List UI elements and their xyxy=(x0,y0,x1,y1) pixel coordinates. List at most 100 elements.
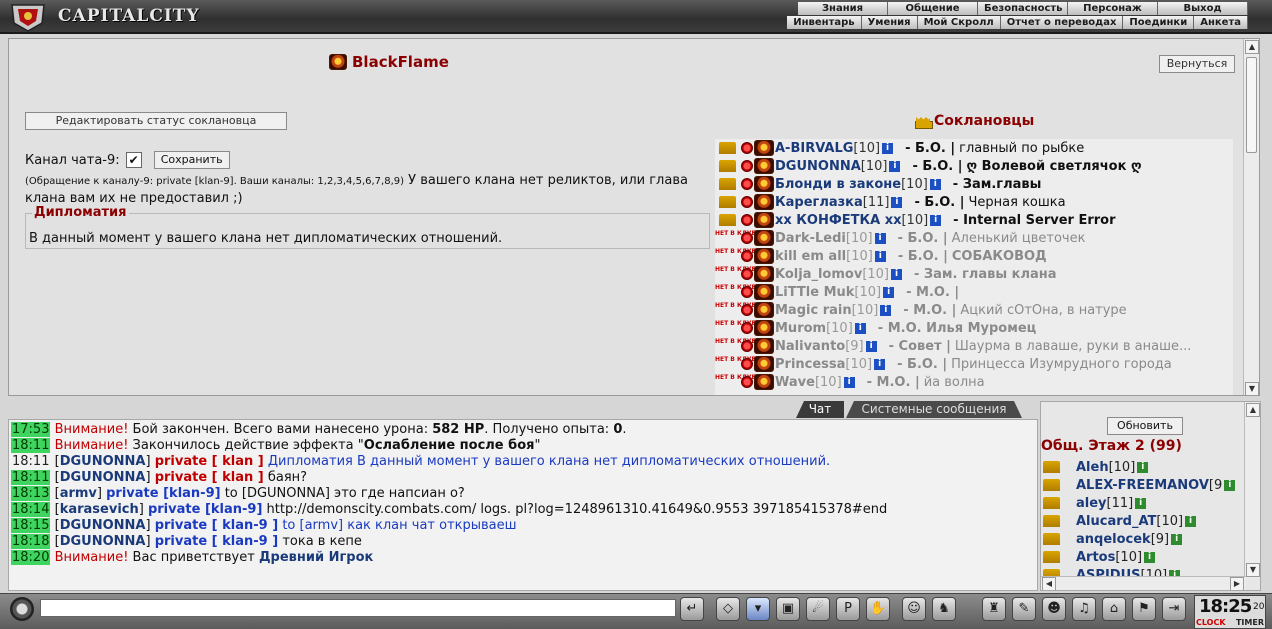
speaker-icon[interactable] xyxy=(10,597,34,621)
exit-icon[interactable]: ⇥ xyxy=(1162,597,1186,621)
edit-member-status-button[interactable]: Редактировать статус соклановца xyxy=(25,112,287,130)
online-user-name[interactable]: anqelocek xyxy=(1076,532,1151,547)
info-icon[interactable]: i xyxy=(854,322,866,334)
info-icon[interactable]: i xyxy=(874,232,886,244)
main-scrollbar[interactable]: ▲ ▼ xyxy=(1243,39,1259,395)
info-icon[interactable]: i xyxy=(865,340,877,352)
info-icon[interactable]: i xyxy=(874,358,886,370)
flag-icon[interactable]: ⚑ xyxy=(1132,597,1156,621)
info-icon[interactable]: i xyxy=(1185,515,1197,527)
submenu-inventory[interactable]: Инвентарь xyxy=(787,16,862,29)
member-name[interactable]: Wave xyxy=(775,375,815,390)
submenu-fights[interactable]: Поединки xyxy=(1123,16,1195,29)
chat-nick[interactable]: DGUNONNA xyxy=(60,534,146,549)
member-name[interactable]: Кареглазка xyxy=(775,195,863,210)
send-icon[interactable]: ↵ xyxy=(680,597,704,621)
online-user-name[interactable]: Alucard_AT xyxy=(1076,514,1156,529)
mask-icon[interactable]: ☻ xyxy=(1042,597,1066,621)
info-icon[interactable]: i xyxy=(1224,479,1236,491)
member-name[interactable]: Dark-Ledi xyxy=(775,231,846,246)
info-icon[interactable]: i xyxy=(891,196,903,208)
chat-timestamp[interactable]: 18:18 xyxy=(11,534,51,549)
menu-exit[interactable]: Выход xyxy=(1158,2,1248,15)
chat-private-tag[interactable]: private [klan-9] xyxy=(148,502,262,517)
info-icon[interactable]: i xyxy=(930,214,942,226)
chat-timestamp[interactable]: 18:13 xyxy=(11,486,51,501)
smiley-icon[interactable]: ☺ xyxy=(902,597,926,621)
member-name[interactable]: Блонди в законе xyxy=(775,177,901,192)
eraser-icon[interactable]: ◇ xyxy=(716,597,740,621)
member-name[interactable]: kill em all xyxy=(775,249,846,264)
tab-chat[interactable]: Чат xyxy=(796,401,844,418)
chat-input[interactable] xyxy=(40,599,676,617)
chat-nick[interactable]: Древний Игрок xyxy=(259,550,373,565)
info-icon[interactable]: i xyxy=(883,286,895,298)
member-name[interactable]: Nalivanto xyxy=(775,339,845,354)
online-scrollbar[interactable]: ▲ ▼ xyxy=(1244,402,1260,578)
info-icon[interactable]: i xyxy=(889,160,901,172)
scroll-thumb[interactable] xyxy=(1246,57,1257,153)
hand-icon[interactable]: ✋ xyxy=(866,597,890,621)
info-icon[interactable]: i xyxy=(1137,461,1149,473)
private-icon[interactable]: P xyxy=(836,597,860,621)
menu-knowledge[interactable]: Знания xyxy=(798,2,888,15)
refresh-button[interactable]: Обновить xyxy=(1107,417,1183,435)
submenu-my-scroll[interactable]: Мой Скролл xyxy=(917,16,1001,29)
chat-private-tag[interactable]: private [ klan-9 ] xyxy=(155,518,278,533)
info-icon[interactable]: i xyxy=(891,268,902,280)
info-icon[interactable]: i xyxy=(882,142,894,154)
scroll-down-icon[interactable]: ▼ xyxy=(1245,382,1259,395)
online-user-name[interactable]: aley xyxy=(1076,496,1107,511)
chat-nick[interactable]: DGUNONNA xyxy=(60,454,146,469)
online-user-name[interactable]: Aleh xyxy=(1076,460,1109,475)
info-icon[interactable]: i xyxy=(874,250,886,262)
scroll-down-icon[interactable]: ▼ xyxy=(1246,563,1260,577)
info-icon[interactable]: i xyxy=(1171,533,1183,545)
submenu-skills[interactable]: Умения xyxy=(861,16,918,29)
info-icon[interactable]: i xyxy=(929,178,941,190)
chat-timestamp[interactable]: 18:20 xyxy=(11,550,51,565)
scroll-right-icon[interactable]: ▶ xyxy=(1230,577,1244,590)
save-log-icon[interactable]: ▣ xyxy=(776,597,800,621)
translit-icon[interactable]: ♞ xyxy=(932,597,956,621)
online-user-name[interactable]: Artos xyxy=(1076,550,1115,565)
home-icon[interactable]: ⌂ xyxy=(1102,597,1126,621)
tab-system-messages[interactable]: Системные сообщения xyxy=(846,401,1022,418)
chat-private-tag[interactable]: private [klan-9] xyxy=(106,486,220,501)
info-icon[interactable]: i xyxy=(880,304,892,316)
clock-label[interactable]: CLOCK xyxy=(1196,618,1226,627)
submenu-profile[interactable]: Анкета xyxy=(1194,16,1248,29)
scroll-up-icon[interactable]: ▲ xyxy=(1246,403,1260,417)
scroll-up-icon[interactable]: ▲ xyxy=(1245,40,1259,54)
member-name[interactable]: LiTTle Muk xyxy=(775,285,854,300)
info-icon[interactable]: i xyxy=(843,376,855,388)
menu-security[interactable]: Безопасность xyxy=(978,2,1068,15)
info-icon[interactable]: i xyxy=(1135,497,1147,509)
member-name[interactable]: Murom xyxy=(775,321,826,336)
online-user-name[interactable]: ALEX-FREEMANOV xyxy=(1076,478,1209,493)
info-icon[interactable]: i xyxy=(1144,551,1156,563)
chat-timestamp[interactable]: 17:53 xyxy=(11,422,51,437)
chat-nick[interactable]: karasevich xyxy=(60,502,139,517)
chat-private-tag[interactable]: private [ klan-9 ] xyxy=(155,534,278,549)
member-name[interactable]: A-BIRVALG xyxy=(775,141,853,156)
timer-label[interactable]: TIMER xyxy=(1236,618,1264,627)
chat-timestamp[interactable]: 18:15 xyxy=(11,518,51,533)
chat-timestamp[interactable]: 18:14 xyxy=(11,502,51,517)
ear-icon[interactable]: ♫ xyxy=(1072,597,1096,621)
menu-communication[interactable]: Общение xyxy=(888,2,978,15)
fighter-icon[interactable]: ☄ xyxy=(806,597,830,621)
chat-channel-checkbox[interactable]: ✔ xyxy=(125,152,142,168)
chat-nick[interactable]: DGUNONNA xyxy=(60,470,146,485)
member-name[interactable]: Kolja_lomov xyxy=(775,267,862,282)
member-name[interactable]: Magic rain xyxy=(775,303,852,318)
chat-timestamp[interactable]: 18:11 xyxy=(11,470,51,485)
save-button[interactable]: Сохранить xyxy=(153,151,230,169)
chat-nick[interactable]: DGUNONNA xyxy=(60,518,146,533)
chat-timestamp[interactable]: 18:11 xyxy=(11,438,51,453)
scroll-icon[interactable]: ✎ xyxy=(1012,597,1036,621)
menu-character[interactable]: Персонаж xyxy=(1068,2,1158,15)
chat-nick[interactable]: armv xyxy=(60,486,97,501)
member-name[interactable]: Princessa xyxy=(775,357,845,372)
chat-timestamp[interactable]: 18:11 xyxy=(11,454,50,469)
